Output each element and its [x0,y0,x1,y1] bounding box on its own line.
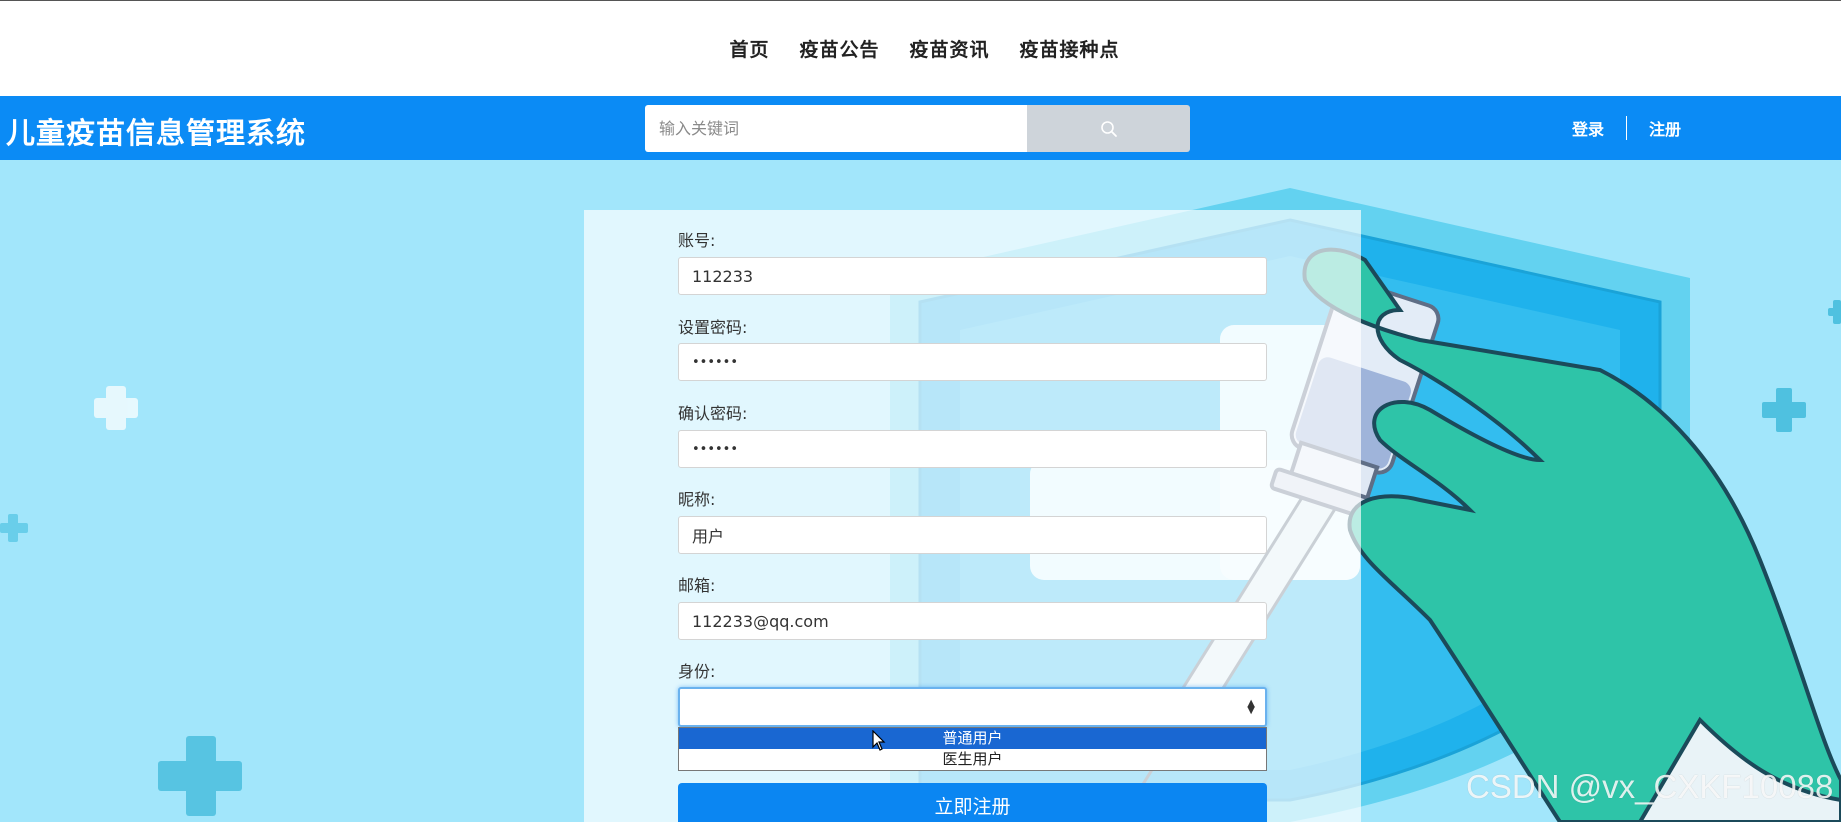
search-icon [1100,120,1117,137]
email-label: 邮箱: [678,576,716,595]
auth-links: 登录 注册 [1572,116,1681,140]
hero-area: 账号: 112233 设置密码: •••••• 确认密码: •••••• 昵称:… [0,160,1841,822]
nav-vaccine-news[interactable]: 疫苗资讯 [910,35,990,62]
role-option-normal-user[interactable]: 普通用户 [679,728,1266,749]
confirm-password-label: 确认密码: [678,404,748,423]
search-button[interactable] [1027,105,1190,152]
role-option-doctor-user[interactable]: 医生用户 [679,749,1266,770]
role-options-dropdown: 普通用户 医生用户 [678,727,1267,771]
search-input[interactable] [645,105,1027,152]
password-input[interactable]: •••••• [678,343,1267,381]
top-nav: 首页 疫苗公告 疫苗资讯 疫苗接种点 [0,1,1841,96]
auth-divider [1626,116,1628,140]
nickname-input[interactable]: 用户 [678,516,1267,554]
search-bar [645,105,1190,152]
login-link[interactable]: 登录 [1572,116,1604,140]
watermark: CSDN @vx_CXKF10088 [1466,768,1834,805]
nickname-label: 昵称: [678,490,716,509]
role-label: 身份: [678,662,716,681]
nav-vaccine-announcement[interactable]: 疫苗公告 [799,35,879,62]
account-label: 账号: [678,231,716,250]
password-label: 设置密码: [678,318,748,337]
confirm-password-input[interactable]: •••••• [678,430,1267,468]
email-input[interactable]: 112233@qq.com [678,602,1267,640]
nav-vaccination-sites[interactable]: 疫苗接种点 [1020,35,1120,62]
site-title: 儿童疫苗信息管理系统 [6,116,307,150]
mouse-cursor-icon [872,730,886,751]
register-submit-button[interactable]: 立即注册 [678,783,1267,822]
header-bar: 儿童疫苗信息管理系统 登录 注册 [0,96,1841,160]
role-select[interactable]: ▲ ▼ [678,687,1267,727]
register-link[interactable]: 注册 [1649,116,1681,140]
account-input[interactable]: 112233 [678,257,1267,295]
register-form-panel: 账号: 112233 设置密码: •••••• 确认密码: •••••• 昵称:… [584,210,1361,822]
nav-home[interactable]: 首页 [729,35,769,62]
select-arrows-icon: ▲ ▼ [1247,698,1255,716]
